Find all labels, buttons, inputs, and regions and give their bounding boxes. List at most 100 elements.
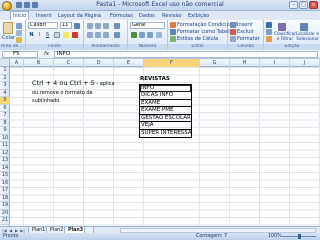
- underline-button[interactable]: S: [44, 31, 51, 38]
- column-header[interactable]: H: [230, 59, 260, 67]
- column-header[interactable]: A: [10, 59, 24, 67]
- list-item[interactable]: VEJA: [140, 122, 191, 130]
- shortcut-note[interactable]: Ctrl + 4 ou Ctrl + 5 - aplica ou remove …: [32, 79, 120, 106]
- maximize-button[interactable]: □: [299, 1, 308, 9]
- font-name-select[interactable]: Calibri: [28, 22, 58, 29]
- autosum-icon[interactable]: [266, 22, 272, 28]
- row-header[interactable]: 2: [0, 75, 10, 82]
- delete-cells-icon: [230, 29, 236, 35]
- paste-label: Colar: [2, 35, 16, 41]
- tab-layout[interactable]: Layout da Página: [58, 12, 101, 20]
- name-box[interactable]: F5: [2, 51, 38, 58]
- align-right-icon[interactable]: [103, 32, 109, 38]
- font-size-select[interactable]: 11: [60, 22, 72, 29]
- copy-icon[interactable]: [16, 30, 22, 36]
- formula-input[interactable]: INFO: [54, 51, 318, 58]
- tab-inserir[interactable]: Inserir: [36, 12, 52, 20]
- row-header[interactable]: 12: [0, 150, 10, 157]
- list-item[interactable]: DICAS INFO: [140, 92, 191, 100]
- percent-icon[interactable]: [139, 32, 145, 38]
- tab-inicio[interactable]: Início: [10, 11, 30, 20]
- row-header[interactable]: 6: [0, 105, 10, 112]
- row-header[interactable]: 4: [0, 90, 10, 97]
- zoom-level[interactable]: 100%: [268, 233, 282, 240]
- bold-button[interactable]: N: [28, 31, 35, 38]
- fill-icon[interactable]: [266, 29, 272, 35]
- clear-icon[interactable]: [266, 36, 272, 42]
- row-header[interactable]: 3: [0, 82, 10, 90]
- row-header[interactable]: 7: [0, 112, 10, 120]
- find-select-icon[interactable]: [300, 23, 308, 31]
- row-header[interactable]: 16: [0, 180, 10, 187]
- zoom-slider-handle[interactable]: [298, 234, 301, 239]
- column-header[interactable]: G: [200, 59, 230, 67]
- align-left-icon[interactable]: [87, 32, 93, 38]
- row-header[interactable]: 14: [0, 165, 10, 172]
- sort-filter-icon[interactable]: [278, 23, 286, 31]
- align-top-icon[interactable]: [87, 23, 93, 29]
- select-all-corner[interactable]: [0, 59, 10, 67]
- column-header[interactable]: C: [54, 59, 84, 67]
- minimize-button[interactable]: –: [289, 1, 298, 9]
- row-header[interactable]: 1: [0, 67, 10, 75]
- wrap-text-icon[interactable]: [114, 23, 120, 29]
- tab-exibicao[interactable]: Exibição: [188, 12, 209, 20]
- tab-revisao[interactable]: Revisão: [162, 12, 181, 20]
- row-header[interactable]: 9: [0, 127, 10, 135]
- cell-area[interactable]: Ctrl + 4 ou Ctrl + 5 - aplica ou remove …: [10, 67, 320, 226]
- decimal-icon[interactable]: [156, 32, 162, 38]
- column-header[interactable]: F: [144, 59, 200, 67]
- row-header[interactable]: 8: [0, 120, 10, 127]
- list-item[interactable]: EXAME: [140, 100, 191, 107]
- font-color-icon[interactable]: [72, 32, 78, 38]
- tab-formulas[interactable]: Fórmulas: [110, 12, 133, 20]
- cell-styles-button[interactable]: Estilos de Célula: [177, 36, 218, 42]
- tab-dados[interactable]: Dados: [139, 12, 155, 20]
- number-group: Geral Número: [128, 20, 168, 50]
- formula-bar: F5 fx INFO: [0, 50, 320, 59]
- column-header[interactable]: B: [24, 59, 54, 67]
- find-select-button[interactable]: Localizar e Selecionar: [296, 32, 319, 42]
- merge-center-icon[interactable]: [114, 32, 120, 38]
- row-header[interactable]: 13: [0, 157, 10, 165]
- align-bottom-icon[interactable]: [103, 23, 109, 29]
- insert-button[interactable]: Inserir: [237, 22, 253, 28]
- list-item[interactable]: GESTÃO ESCOLAR: [140, 115, 191, 122]
- column-header[interactable]: I: [260, 59, 290, 67]
- format-as-table-button[interactable]: Formatar como Tabela: [177, 29, 233, 35]
- row-header[interactable]: 20: [0, 210, 10, 217]
- row-header[interactable]: 19: [0, 202, 10, 210]
- comma-style-icon[interactable]: [147, 32, 153, 38]
- currency-icon[interactable]: [131, 32, 137, 38]
- align-middle-icon[interactable]: [95, 23, 101, 29]
- row-header[interactable]: 18: [0, 195, 10, 202]
- list-item[interactable]: SUPER INTERESSANTE: [140, 130, 191, 138]
- list-item[interactable]: EXAME PME: [140, 107, 191, 115]
- column-header[interactable]: E: [114, 59, 144, 67]
- insert-function-icon[interactable]: fx: [44, 51, 49, 58]
- paste-icon[interactable]: [3, 22, 13, 34]
- close-button[interactable]: ×: [309, 1, 318, 9]
- format-painter-icon[interactable]: [16, 37, 22, 43]
- column-header[interactable]: J: [290, 59, 320, 67]
- sort-filter-button[interactable]: Classificar e Filtrar: [274, 32, 296, 42]
- align-center-icon[interactable]: [95, 32, 101, 38]
- row-header[interactable]: 21: [0, 217, 10, 225]
- ribbon-tabs: Início Inserir Layout da Página Fórmulas…: [0, 11, 320, 20]
- row-header[interactable]: 5: [0, 97, 10, 105]
- list-title[interactable]: REVISTAS: [140, 76, 170, 83]
- italic-button[interactable]: I: [36, 31, 43, 38]
- row-header[interactable]: 15: [0, 172, 10, 180]
- number-format-select[interactable]: Geral: [130, 22, 165, 29]
- row-header[interactable]: 17: [0, 187, 10, 195]
- row-header[interactable]: 11: [0, 142, 10, 150]
- delete-button[interactable]: Excluir: [237, 29, 254, 35]
- cut-icon[interactable]: [16, 23, 22, 29]
- grow-font-icon[interactable]: [74, 23, 80, 29]
- list-item[interactable]: INFO: [140, 84, 191, 92]
- fill-color-icon[interactable]: [63, 32, 69, 38]
- borders-icon[interactable]: [54, 32, 60, 38]
- column-header[interactable]: D: [84, 59, 114, 67]
- row-header[interactable]: 10: [0, 135, 10, 142]
- format-button[interactable]: Formatar: [237, 36, 260, 42]
